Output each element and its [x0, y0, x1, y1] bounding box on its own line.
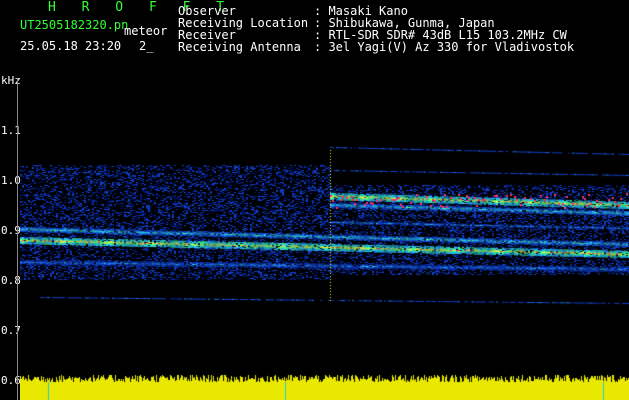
- date-time: 25.05.18 23:20: [20, 39, 122, 53]
- label-antenna: Receiving Antenna: [178, 40, 301, 54]
- spectrogram-plot: [20, 78, 629, 372]
- extra-label: 2_: [139, 39, 154, 53]
- value-antenna: : 3el Yagi(V) Az 330 for Vladivostok: [314, 40, 575, 54]
- frequency-axis-line: [17, 78, 18, 400]
- signal-level-trace: [20, 372, 629, 400]
- file-name: UT2505182320.pn: [20, 18, 129, 32]
- mode-label: meteor: [124, 24, 168, 38]
